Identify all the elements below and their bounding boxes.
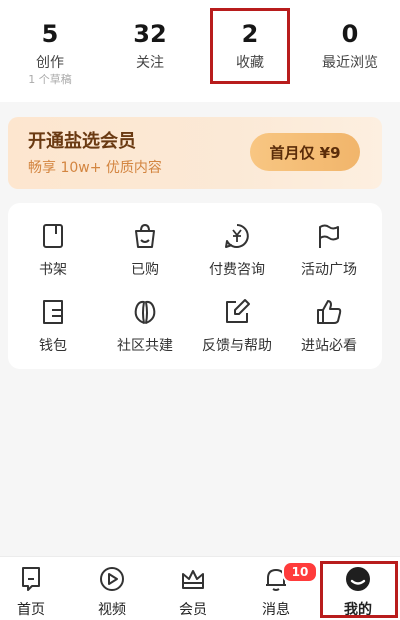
stat-favorites[interactable]: 2 收藏	[205, 8, 295, 84]
thumbs-up-icon	[317, 300, 342, 324]
favorites-highlight-box	[210, 8, 290, 84]
leaves-icon	[134, 300, 156, 324]
home-icon	[22, 567, 40, 591]
messages-badge: 10	[282, 561, 318, 583]
grid-label-purchased: 已购	[131, 262, 159, 278]
profile-stats: 5 创作 1 个草稿 32 关注 2 收藏 0 最近浏览	[0, 0, 400, 102]
member-title: 开通盐选会员	[28, 131, 136, 152]
stat-creations-count: 5	[41, 20, 59, 48]
tab-messages-label: 消息	[262, 602, 290, 618]
member-banner[interactable]: 开通盐选会员 畅享 10w+ 优质内容 首月仅 ¥9	[8, 117, 382, 189]
yen-chat-icon	[225, 224, 249, 248]
tab-home-label: 首页	[17, 602, 45, 618]
grid-label-feedback: 反馈与帮助	[202, 338, 272, 354]
me-tab-highlight-box	[320, 561, 398, 618]
tab-video[interactable]: 视频	[72, 565, 152, 619]
stat-recent[interactable]: 0 最近浏览	[305, 20, 395, 72]
grid-item-bookshelf[interactable]: 书架	[8, 221, 98, 279]
grid-item-community[interactable]: 社区共建	[100, 297, 190, 355]
flag-icon	[319, 224, 339, 248]
stat-creations-label: 创作	[36, 55, 64, 71]
stat-creations[interactable]: 5 创作 1 个草稿	[5, 20, 95, 86]
stat-recent-label: 最近浏览	[322, 55, 378, 71]
grid-item-must-read[interactable]: 进站必看	[284, 297, 374, 355]
tab-membership-label: 会员	[179, 602, 207, 618]
bookshelf-icon	[43, 224, 63, 248]
feature-grid: 书架 已购 付费咨询 活动广场 钱包 社区共建 反馈与帮助 进站必看	[8, 203, 382, 369]
tab-messages[interactable]: 10 消息	[236, 561, 318, 619]
tab-home[interactable]: 首页	[0, 565, 71, 619]
grid-item-feedback[interactable]: 反馈与帮助	[192, 297, 282, 355]
tab-membership[interactable]: 会员	[153, 565, 233, 619]
edit-icon	[226, 299, 250, 323]
play-icon	[100, 567, 124, 591]
grid-label-bookshelf: 书架	[39, 262, 67, 278]
stat-following-label: 关注	[136, 55, 164, 71]
tab-video-label: 视频	[98, 602, 126, 618]
grid-item-wallet[interactable]: 钱包	[8, 297, 98, 355]
stat-drafts-label: 1 个草稿	[28, 73, 72, 86]
grid-item-purchased[interactable]: 已购	[100, 221, 190, 279]
grid-item-activity[interactable]: 活动广场	[284, 221, 374, 279]
grid-label-activity: 活动广场	[301, 262, 357, 278]
grid-label-must-read: 进站必看	[301, 338, 357, 354]
crown-icon	[182, 570, 204, 589]
member-subscribe-button[interactable]: 首月仅 ¥9	[250, 133, 360, 171]
wallet-icon	[43, 300, 63, 324]
stat-following[interactable]: 32 关注	[105, 20, 195, 72]
grid-label-community: 社区共建	[117, 338, 173, 354]
grid-label-paid-consult: 付费咨询	[209, 262, 265, 278]
stat-recent-count: 0	[341, 20, 359, 48]
member-description: 畅享 10w+ 优质内容	[28, 160, 162, 176]
shopping-bag-icon	[135, 223, 155, 248]
grid-label-wallet: 钱包	[39, 338, 67, 354]
stat-following-count: 32	[133, 20, 167, 48]
grid-item-paid-consult[interactable]: 付费咨询	[192, 221, 282, 279]
